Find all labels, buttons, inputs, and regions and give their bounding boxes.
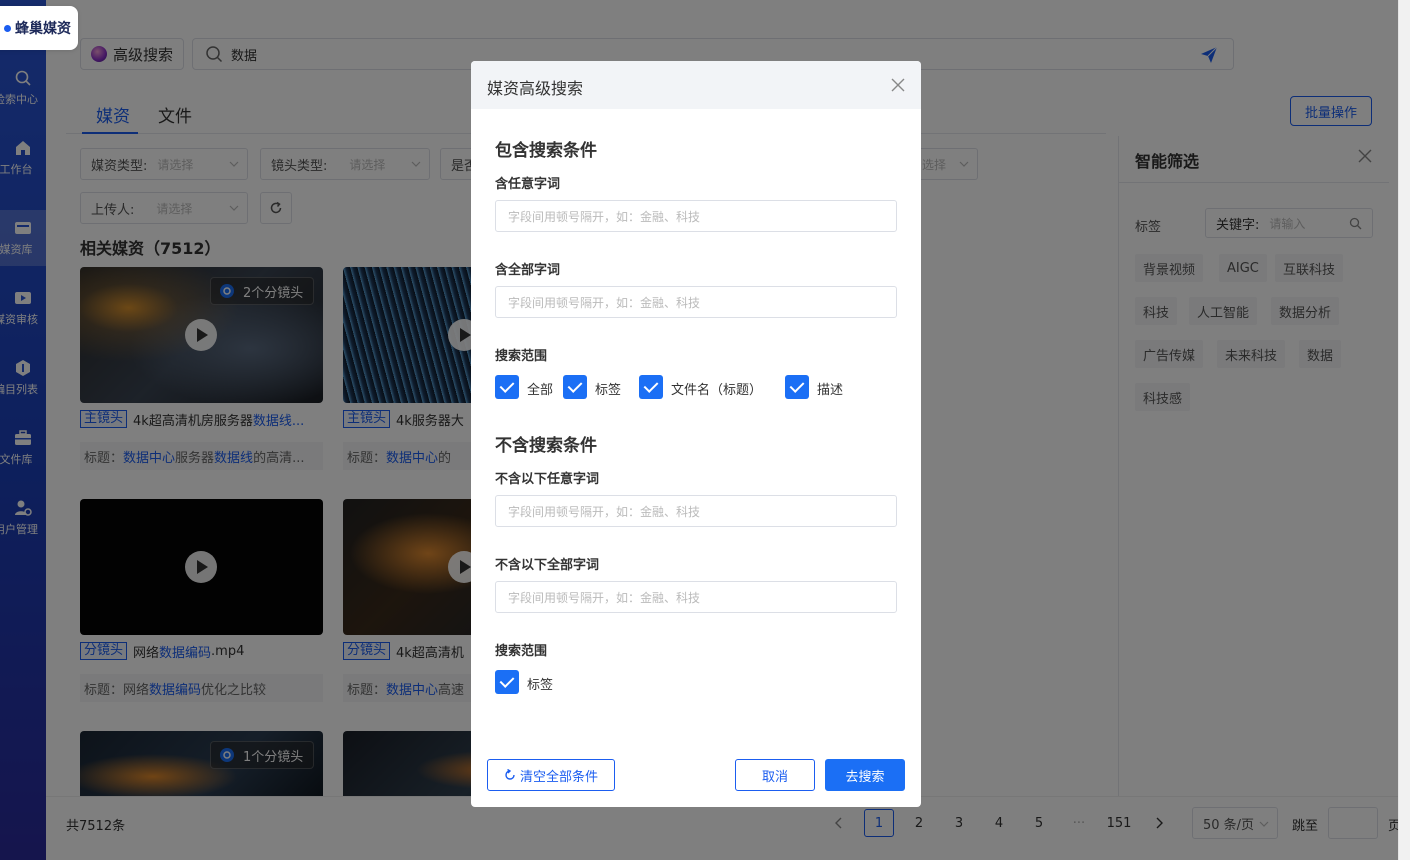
scope-tag-checkbox[interactable] [563, 375, 587, 399]
all-words-label: 含全部字词 [495, 263, 561, 278]
window-scrollbar[interactable] [1398, 0, 1410, 860]
exclude-any-input[interactable]: 字段间用顿号隔开，如：金融、科技 [495, 495, 897, 527]
exclude-any-label: 不含以下任意字词 [495, 472, 600, 487]
checkbox-label: 标签 [527, 678, 554, 693]
exclude-all-input[interactable]: 字段间用顿号隔开，如：金融、科技 [495, 581, 897, 613]
brand-name: 蜂巢媒资 [15, 21, 71, 37]
exclude-scope-label: 搜索范围 [495, 644, 548, 659]
cancel-button[interactable]: 取消 [735, 759, 815, 791]
scope-all-checkbox[interactable] [495, 375, 519, 399]
checkbox-label: 全部 [527, 383, 554, 398]
all-words-input[interactable]: 字段间用顿号隔开，如：金融、科技 [495, 286, 897, 318]
any-words-input[interactable]: 字段间用顿号隔开，如：金融、科技 [495, 200, 897, 232]
brand-logo: 蜂巢媒资 [0, 6, 78, 50]
checkbox-label: 描述 [817, 383, 844, 398]
modal-title: 媒资高级搜索 [487, 79, 584, 98]
logo-mark-icon [4, 24, 11, 32]
checkbox-label: 文件名（标题） [671, 383, 763, 398]
close-icon[interactable] [891, 78, 905, 92]
advanced-search-modal: 媒资高级搜索 包含搜索条件 含任意字词 字段间用顿号隔开，如：金融、科技 含全部… [471, 61, 921, 807]
include-section-title: 包含搜索条件 [495, 141, 597, 161]
scope-description-checkbox[interactable] [785, 375, 809, 399]
search-button[interactable]: 去搜索 [825, 759, 905, 791]
scope-label: 搜索范围 [495, 349, 548, 364]
reset-icon [505, 769, 515, 780]
checkbox-label: 标签 [595, 383, 622, 398]
exclude-section-title: 不含搜索条件 [495, 436, 597, 456]
clear-all-button[interactable]: 清空全部条件 [487, 759, 615, 791]
exclude-scope-tag-checkbox[interactable] [495, 670, 519, 694]
scope-filename-checkbox[interactable] [639, 375, 663, 399]
exclude-all-label: 不含以下全部字词 [495, 558, 600, 573]
modal-header: 媒资高级搜索 [471, 61, 921, 109]
any-words-label: 含任意字词 [495, 177, 561, 192]
clear-all-label: 清空全部条件 [519, 769, 598, 785]
